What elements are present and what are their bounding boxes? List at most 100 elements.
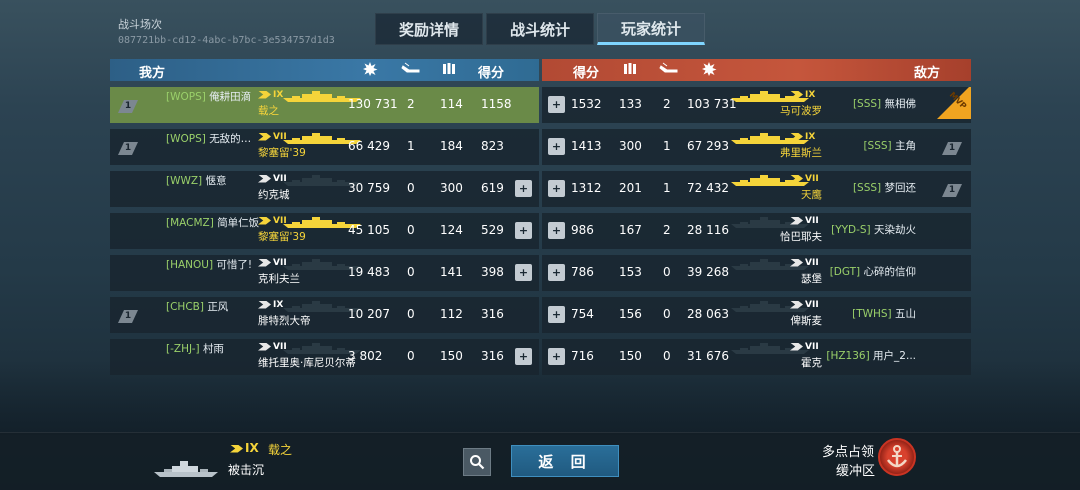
score-value: 619 [481, 181, 504, 195]
player-name: [WOPS] 无敌的… [166, 133, 252, 145]
rank-badge: 1 [118, 310, 138, 323]
ally-header: 我方 得分 [110, 59, 539, 81]
ship-name: 载之 [258, 105, 279, 117]
add-user-icon: + [551, 140, 562, 153]
ship-class-icon [258, 132, 271, 141]
ship-name: 约克城 [258, 189, 290, 201]
kills-value: 2 [407, 97, 415, 111]
self-tier: IX [230, 441, 259, 455]
player-row[interactable]: +986 167 2 28 116 VII 恰巴耶夫 [YYD-S] 天染劫火 [542, 213, 971, 249]
player-row[interactable]: 1 [WOPS] 俺耕田滴 IX 载之 130 731 2 114 1158 [110, 87, 539, 123]
add-friend-button[interactable]: + [548, 264, 565, 281]
kills-icon [401, 62, 421, 80]
tab-battle-stats[interactable]: 战斗统计 [486, 13, 594, 45]
kills-value: 2 [663, 97, 671, 111]
xp-icon [623, 62, 637, 80]
add-user-icon: + [518, 182, 529, 195]
rank-badge: 1 [942, 184, 962, 197]
damage-value: 130 731 [348, 97, 398, 111]
add-friend-button[interactable]: + [548, 96, 565, 113]
add-friend-button[interactable]: + [515, 348, 532, 365]
player-name: [CHCB] 正风 [166, 301, 229, 313]
xp-value: 124 [440, 223, 463, 237]
ship-class-icon [790, 300, 803, 309]
xp-value: 184 [440, 139, 463, 153]
rank-badge: 1 [118, 142, 138, 155]
ship-name: 黎塞留'39 [258, 147, 306, 159]
xp-value: 153 [619, 265, 642, 279]
ship-name: 天鹰 [801, 189, 822, 201]
score-value: 529 [481, 223, 504, 237]
damage-icon [362, 61, 378, 81]
kills-value: 2 [663, 223, 671, 237]
damage-value: 39 268 [687, 265, 729, 279]
tab-player-stats[interactable]: 玩家统计 [597, 13, 705, 45]
xp-value: 156 [619, 307, 642, 321]
add-friend-button[interactable]: + [515, 264, 532, 281]
self-ship-name: 载之 [268, 443, 293, 457]
player-name: [SSS] 梦回还 [852, 182, 916, 194]
ship-class-icon [790, 174, 803, 183]
ally-team-label: 我方 [139, 66, 166, 81]
player-row[interactable]: [MACMZ] 简单仁饭 VII 黎塞留'39 45 105 0 124 529 + [110, 213, 539, 249]
xp-value: 150 [440, 349, 463, 363]
player-row[interactable]: +716 150 0 31 676 VII 霍克 [HZ136] 用户_2... [542, 339, 971, 375]
xp-value: 300 [440, 181, 463, 195]
player-name: [SSS] 主角 [863, 140, 916, 152]
ship-class-icon [258, 174, 271, 183]
score-value: 1312 [571, 181, 602, 195]
add-friend-button[interactable]: + [548, 222, 565, 239]
add-friend-button[interactable]: + [548, 180, 565, 197]
enemy-team-panel: 得分 敌方 +1532 133 2 103 731 IX 马可波罗 [SSS] 無相佛 MVP… [542, 59, 971, 375]
kills-value: 0 [407, 265, 415, 279]
search-icon [470, 455, 485, 470]
xp-value: 150 [619, 349, 642, 363]
ship-name: 霍克 [801, 357, 822, 369]
damage-value: 28 116 [687, 223, 729, 237]
player-row[interactable]: 1 [CHCB] 正风 IX 腓特烈大帝 10 207 0 112 316 [110, 297, 539, 333]
score-value: 316 [481, 307, 504, 321]
damage-value: 28 063 [687, 307, 729, 321]
player-row[interactable]: [-ZHJ-] 村雨 VII 维托里奥·库尼贝尔蒂 3 802 0 150 316 + [110, 339, 539, 375]
ship-name: 弗里斯兰 [780, 147, 822, 159]
ship-name: 维托里奥·库尼贝尔蒂 [258, 357, 356, 369]
xp-value: 167 [619, 223, 642, 237]
xp-value: 112 [440, 307, 463, 321]
add-friend-button[interactable]: + [548, 306, 565, 323]
search-button[interactable] [463, 448, 491, 476]
ship-class-icon [790, 90, 803, 99]
player-row[interactable]: +786 153 0 39 268 VII 瑟堡 [DGT] 心碎的信仰 [542, 255, 971, 291]
ship-name: 马可波罗 [780, 105, 822, 117]
add-friend-button[interactable]: + [515, 222, 532, 239]
kills-value: 0 [663, 349, 671, 363]
add-friend-button[interactable]: + [548, 138, 565, 155]
ship-class-icon [258, 216, 271, 225]
enemy-team-label: 敌方 [914, 66, 941, 81]
kills-value: 0 [663, 307, 671, 321]
mvp-badge: MVP [937, 87, 971, 119]
player-row[interactable]: [WWZ] 惬意 VII 约克城 30 759 0 300 619 + [110, 171, 539, 207]
player-row[interactable]: +1532 133 2 103 731 IX 马可波罗 [SSS] 無相佛 MVP [542, 87, 971, 123]
tab-rewards[interactable]: 奖励详情 [375, 13, 483, 45]
add-friend-button[interactable]: + [548, 348, 565, 365]
ship-class-icon [790, 216, 803, 225]
game-mode-line2: 缓冲区 [836, 464, 876, 479]
xp-value: 201 [619, 181, 642, 195]
xp-value: 300 [619, 139, 642, 153]
player-row[interactable]: +1413 300 1 67 293 IX 弗里斯兰 [SSS] 主角 1 [542, 129, 971, 165]
add-friend-button[interactable]: + [515, 180, 532, 197]
game-mode-line1: 多点占领 [822, 445, 875, 460]
add-user-icon: + [518, 266, 529, 279]
ship-class-icon [258, 342, 271, 351]
kills-value: 0 [407, 181, 415, 195]
xp-value: 141 [440, 265, 463, 279]
player-row[interactable]: [HANOU] 可惜了! VII 克利夫兰 19 483 0 141 398 + [110, 255, 539, 291]
player-row[interactable]: +754 156 0 28 063 VII 俾斯麦 [TWHS] 五山 [542, 297, 971, 333]
ally-team-panel: 我方 得分 1 [WOPS] 俺耕田滴 IX 载之 130 731 2 114 1158 1 [W… [110, 59, 539, 375]
back-button[interactable]: 返 回 [511, 445, 619, 477]
rank-badge: 1 [942, 142, 962, 155]
player-row[interactable]: 1 [WOPS] 无敌的… VII 黎塞留'39 66 429 1 184 823 [110, 129, 539, 165]
add-user-icon: + [518, 350, 529, 363]
ally-score-label: 得分 [478, 66, 505, 81]
player-row[interactable]: +1312 201 1 72 432 VII 天鹰 [SSS] 梦回还 1 [542, 171, 971, 207]
